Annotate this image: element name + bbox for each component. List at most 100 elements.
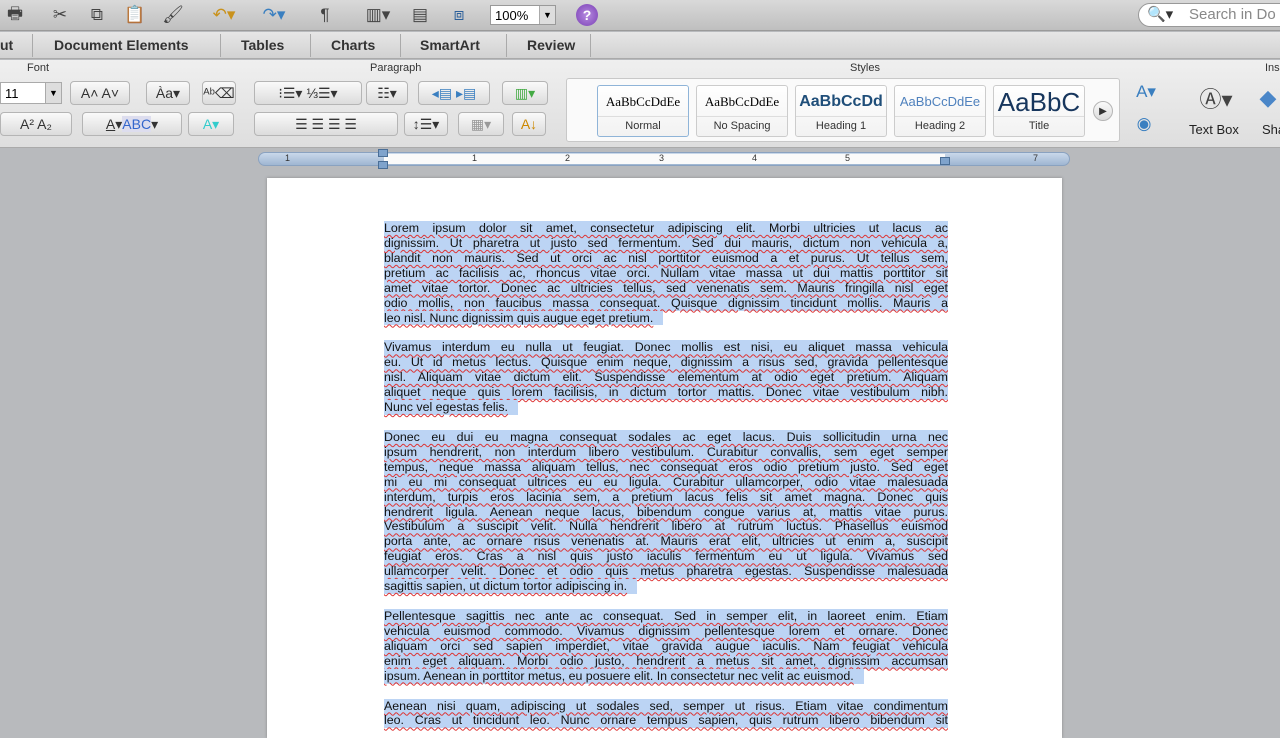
style-label: Title — [994, 116, 1084, 132]
ribbon-tabs: ut Document Elements Tables Charts Smart… — [0, 32, 1280, 59]
sidebar-icon[interactable]: ▥▾ — [358, 3, 398, 27]
style-preview: AaBbCcDdEe — [605, 94, 681, 109]
paragraph[interactable]: Lorem ipsum dolor sit amet, consectetur … — [384, 221, 948, 326]
grow-shrink-font-buttons[interactable]: A˄ A˅ — [70, 81, 130, 105]
columns-button[interactable]: ▥▾ — [502, 81, 548, 105]
font-size-value: 11 — [5, 86, 19, 101]
divider — [590, 34, 591, 57]
search-icon: 🔍▾ — [1147, 6, 1174, 23]
left-indent-marker[interactable] — [378, 161, 388, 169]
style-label: Heading 1 — [796, 116, 886, 132]
chevron-down-icon: ▼ — [45, 83, 61, 103]
superscript-subscript-buttons[interactable]: A² A₂ — [0, 112, 72, 136]
text-line: ipsum hendrerit, non interdum libero ves… — [384, 444, 948, 460]
paragraph-group-label: Paragraph — [370, 62, 422, 74]
copy-icon[interactable]: ⧉ — [85, 3, 109, 27]
print-icon[interactable]: 🖶 — [2, 3, 28, 27]
zoom-select[interactable]: 100% ▼ — [490, 5, 556, 25]
tab-layout[interactable]: ut — [0, 37, 13, 53]
sort-button[interactable]: A↓ — [512, 112, 546, 136]
redo-icon[interactable]: ↷▾ — [254, 3, 294, 27]
alignment-buttons[interactable]: ☰ ☰ ☰ ☰ — [254, 112, 398, 136]
multilevel-list-button[interactable]: ☷▾ — [366, 81, 408, 105]
text-line: aliquam orci sed sapien imperdiet, vitae… — [384, 638, 948, 654]
gallery-icon[interactable]: ▤ — [408, 3, 432, 27]
text-effects-button[interactable]: A▾ — [188, 112, 234, 136]
undo-icon[interactable]: ↶▾ — [204, 3, 244, 27]
clear-formatting-button[interactable]: ᴬᵇ⌫ — [202, 81, 236, 105]
style-normal[interactable]: AaBbCcDdEe Normal — [597, 85, 689, 137]
paragraph[interactable]: Aenean nisi quam, adipiscing ut sodales … — [384, 698, 948, 729]
style-preview: AaBbC — [997, 87, 1081, 116]
tab-smartart[interactable]: SmartArt — [420, 37, 480, 53]
text-line: vehicula euismod commodo. Vivamus dignis… — [384, 623, 948, 639]
font-color-highlight-buttons[interactable]: A ▾ ABC ▾ — [82, 112, 182, 136]
text-line: tempus, neque massa aliquam tellus, nec … — [384, 459, 948, 475]
divider — [310, 34, 311, 57]
paragraph[interactable]: Donec eu dui eu magna consequat sodales … — [384, 429, 948, 595]
zoom-value: 100% — [495, 8, 529, 23]
text-line: hendrerit ligula. Aenean neque lacus, bi… — [384, 504, 948, 520]
style-label: No Spacing — [697, 116, 787, 132]
text-line: dignissim. Ut pharetra ut justo sed ferm… — [384, 235, 948, 251]
cut-icon[interactable]: ✂ — [48, 3, 72, 27]
tab-charts[interactable]: Charts — [331, 37, 375, 53]
line-spacing-button[interactable]: ↕☰▾ — [404, 112, 448, 136]
style-label: Normal — [598, 116, 688, 132]
text-line: eu. Ut id metus lectus. Quisque enim neq… — [384, 355, 948, 371]
standard-toolbar: 🖶 ✂ ⧉ 📋 🖌 ↶▾ ↷▾ ¶ ▥▾ ▤ ⧈ 100% ▼ ? 🔍▾ Searc… — [0, 0, 1280, 31]
text-line: Donec eu dui eu magna consequat sodales … — [384, 429, 948, 445]
ruler-number: 1 — [285, 153, 291, 163]
text-line: blandit non mauris. Sed ut orci ac nisl … — [384, 250, 948, 266]
help-button[interactable]: ? — [576, 4, 598, 26]
format-painter-icon[interactable]: 🖌 — [160, 3, 186, 27]
text-line: amet vitae tortor. Donec ac ultricies te… — [384, 280, 948, 296]
document-page[interactable]: Lorem ipsum dolor sit amet, consectetur … — [267, 178, 1062, 738]
text-line: leo. Cras ut tincidunt leo. Nunc ornare … — [384, 713, 948, 729]
text-line: odio mollis, non faucibus massa consequa… — [384, 295, 948, 311]
borders-button[interactable]: ▦▾ — [458, 112, 504, 136]
first-line-indent-marker[interactable] — [378, 149, 388, 157]
document-body[interactable]: Lorem ipsum dolor sit amet, consectetur … — [384, 221, 948, 729]
text-line: Vivamus interdum eu nulla ut feugiat. Do… — [384, 340, 948, 356]
horizontal-ruler[interactable]: 1 1 2 3 4 5 7 — [258, 149, 1070, 169]
style-heading-2[interactable]: AaBbCcDdEe Heading 2 — [894, 85, 986, 137]
indent-buttons[interactable]: ◂▤ ▸▤ — [418, 81, 490, 105]
next-styles-arrow-icon[interactable]: ▶ — [1093, 101, 1113, 121]
divider — [400, 34, 401, 57]
paste-icon[interactable]: 📋 — [123, 3, 147, 27]
change-case-button[interactable]: Àa▾ — [146, 81, 190, 105]
tab-tables[interactable]: Tables — [241, 37, 284, 53]
media-browser-icon[interactable]: ⧈ — [446, 3, 472, 27]
tab-document-elements[interactable]: Document Elements — [54, 37, 189, 53]
search-placeholder: Search in Do — [1189, 6, 1276, 23]
style-heading-1[interactable]: AaBbCcDd Heading 1 — [795, 85, 887, 137]
font-size-select[interactable]: 11 ▼ — [0, 82, 62, 104]
manage-styles-icon[interactable]: A▾ — [1128, 80, 1164, 104]
shape-label[interactable]: Sha — [1262, 122, 1280, 137]
shape-icon[interactable]: ◆ — [1256, 85, 1280, 110]
text-box-label[interactable]: Text Box — [1189, 122, 1239, 137]
style-no-spacing[interactable]: AaBbCcDdEe No Spacing — [696, 85, 788, 137]
insert-group-label: Ins — [1265, 62, 1280, 74]
ruler-number: 7 — [1033, 153, 1039, 163]
style-title[interactable]: AaBbC Title — [993, 85, 1085, 137]
paragraph[interactable]: Vivamus interdum eu nulla ut feugiat. Do… — [384, 340, 948, 415]
bullets-numbering-buttons[interactable]: ⁝☰▾ ⅓☰▾ — [254, 81, 362, 105]
font-group-label: Font — [27, 62, 50, 74]
text-line: Vestibulum a suscipit velit. Nulla hendr… — [384, 519, 948, 535]
styles-pane-icon[interactable]: ◉ — [1130, 112, 1158, 136]
text-line: sagittis sapien, ut dictum tortor adipis… — [384, 579, 638, 595]
show-formatting-icon[interactable]: ¶ — [313, 3, 337, 27]
tab-review[interactable]: Review — [527, 37, 575, 53]
style-preview: AaBbCcDdEe — [704, 94, 780, 109]
divider — [32, 34, 33, 57]
text-line: mi eu mi consequat ultrices eu eu ligula… — [384, 474, 948, 490]
text-line: leo nisl. Nunc dignissim quis augue eget… — [384, 310, 664, 326]
text-line: aliquet neque quis lorem facilisis, in d… — [384, 385, 948, 401]
search-input[interactable]: 🔍▾ Search in Do — [1138, 3, 1280, 27]
paragraph[interactable]: Pellentesque sagittis nec ante ac conseq… — [384, 608, 948, 684]
text-box-icon[interactable]: Ⓐ▾ — [1190, 86, 1242, 112]
right-indent-marker[interactable] — [940, 157, 950, 165]
divider — [220, 34, 221, 57]
